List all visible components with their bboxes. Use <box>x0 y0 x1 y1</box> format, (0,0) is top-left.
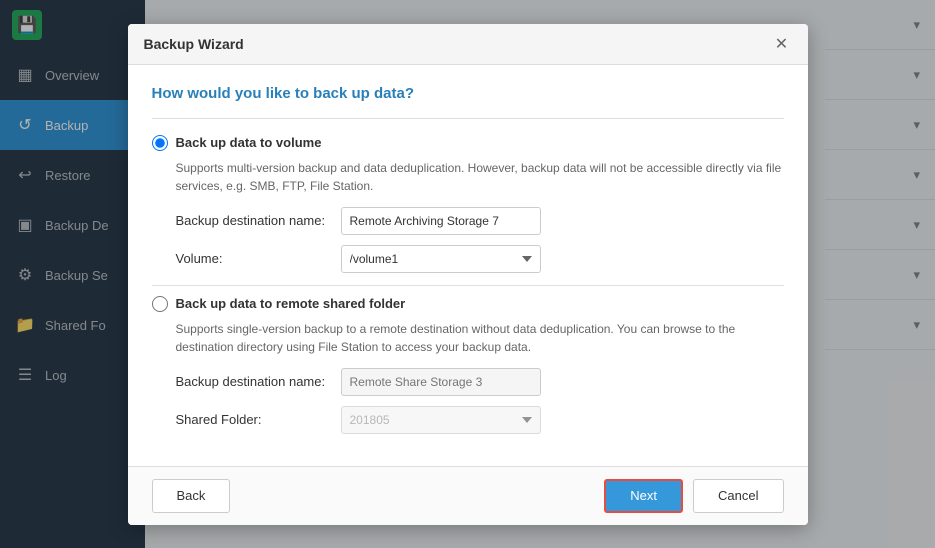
footer-right-buttons: Next Cancel <box>604 479 783 513</box>
option1-section: Back up data to volume Supports multi-ve… <box>152 135 784 273</box>
back-button[interactable]: Back <box>152 479 231 513</box>
modal-header: Backup Wizard ✕ <box>128 24 808 65</box>
option2-label: Back up data to remote shared folder <box>176 296 406 311</box>
option2-description: Supports single-version backup to a remo… <box>176 320 784 356</box>
option1-volume-row: Volume: /volume1 /volume2 <box>176 245 784 273</box>
option2-dest-row: Backup destination name: <box>176 368 784 396</box>
option2-radio-row: Back up data to remote shared folder <box>152 296 784 312</box>
cancel-button[interactable]: Cancel <box>693 479 783 513</box>
option2-radio[interactable] <box>152 296 168 312</box>
modal-question: How would you like to back up data? <box>152 85 784 102</box>
option2-folder-select: 201805 201806 <box>341 406 541 434</box>
option2-folder-label: Shared Folder: <box>176 412 341 427</box>
option2-dest-input <box>341 368 541 396</box>
option1-description: Supports multi-version backup and data d… <box>176 159 784 195</box>
modal-close-button[interactable]: ✕ <box>772 34 792 54</box>
modal-overlay: Backup Wizard ✕ How would you like to ba… <box>0 0 935 548</box>
modal-title: Backup Wizard <box>144 36 244 52</box>
modal-divider <box>152 118 784 119</box>
backup-wizard-modal: Backup Wizard ✕ How would you like to ba… <box>128 24 808 525</box>
option1-radio-row: Back up data to volume <box>152 135 784 151</box>
option1-radio[interactable] <box>152 135 168 151</box>
modal-footer: Back Next Cancel <box>128 466 808 525</box>
option1-volume-select[interactable]: /volume1 /volume2 <box>341 245 541 273</box>
section-separator <box>152 285 784 286</box>
option1-dest-label: Backup destination name: <box>176 213 341 228</box>
option1-volume-label: Volume: <box>176 251 341 266</box>
modal-body: How would you like to back up data? Back… <box>128 65 808 466</box>
option2-section: Back up data to remote shared folder Sup… <box>152 296 784 434</box>
option2-folder-row: Shared Folder: 201805 201806 <box>176 406 784 434</box>
option1-label: Back up data to volume <box>176 135 322 150</box>
next-button[interactable]: Next <box>604 479 683 513</box>
option1-dest-row: Backup destination name: <box>176 207 784 235</box>
option2-dest-label: Backup destination name: <box>176 374 341 389</box>
option1-dest-input[interactable] <box>341 207 541 235</box>
